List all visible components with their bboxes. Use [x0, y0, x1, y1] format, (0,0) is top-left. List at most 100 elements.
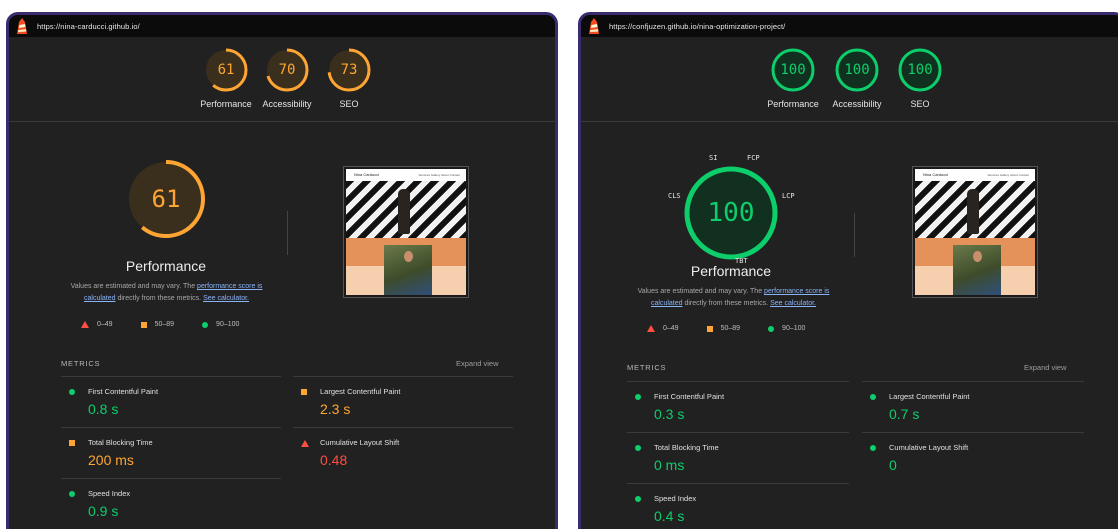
legend-average-label: 50–89 [720, 325, 741, 332]
legend-average: 50–89 [140, 321, 175, 328]
metric-value: 0.48 [320, 452, 348, 468]
thumb-hero-figure [967, 189, 979, 234]
metric-label: Largest Contentful Paint [320, 387, 401, 396]
accessibility-score: 70 [278, 62, 296, 78]
desc-prefix: Values are estimated and may vary. The [70, 283, 196, 290]
legend-fail: 0–49 [647, 325, 679, 332]
thumb-brand: Nina Carducci [354, 172, 380, 177]
average-square-icon [301, 389, 307, 395]
thumb-nav-links: Services Gallery About Contact [418, 173, 460, 177]
metric-speed-index: Speed Index 0.4 s [627, 483, 849, 529]
fail-triangle-icon [301, 440, 309, 447]
gauge-label-fcp[interactable]: FCP [747, 154, 760, 162]
metric-cumulative-layout-shift: Cumulative Layout Shift 0 [862, 432, 1084, 482]
metric-first-contentful-paint: First Contentful Paint 0.3 s [627, 381, 849, 431]
legend-pass-label: 90–100 [216, 321, 240, 328]
legend-pass-label: 90–100 [782, 325, 806, 332]
metric-largest-contentful-paint: Largest Contentful Paint 2.3 s [293, 376, 513, 426]
desc-middle: directly from these metrics. [117, 295, 202, 302]
metric-label: Largest Contentful Paint [889, 392, 970, 401]
page-screenshot-thumbnail[interactable]: Nina Carducci Services Gallery About Con… [343, 166, 469, 298]
thumb-portrait-face [973, 251, 982, 262]
triangle-icon [647, 325, 655, 332]
metric-value: 0.8 s [88, 401, 119, 417]
performance-gauge[interactable]: 100 [770, 47, 816, 93]
metric-label: Speed Index [88, 489, 131, 498]
seo-score: 73 [340, 62, 358, 78]
desc-middle: directly from these metrics. [684, 300, 769, 307]
score-legend: 0–49 50–89 90–100 [81, 321, 267, 328]
pass-circle-icon [69, 491, 75, 497]
metric-label: Total Blocking Time [88, 438, 153, 447]
see-calculator-link[interactable]: See calculator. [203, 295, 249, 302]
performance-main-score: 61 [151, 185, 181, 213]
legend-fail-label: 0–49 [663, 325, 679, 332]
triangle-icon [81, 321, 89, 328]
average-square-icon [69, 440, 75, 446]
report-panel-optimized: https://confjuzen.github.io/nina-optimiz… [578, 12, 1118, 529]
lighthouse-logo-icon [17, 18, 27, 34]
thumbnail-canvas: Nina Carducci Services Gallery About Con… [346, 169, 466, 295]
score-legend: 0–49 50–89 90–100 [647, 325, 833, 332]
metric-total-blocking-time: Total Blocking Time 200 ms [61, 427, 281, 477]
metric-value: 200 ms [88, 452, 134, 468]
legend-average-label: 50–89 [154, 321, 175, 328]
url-text[interactable]: https://nina-carducci.github.io/ [37, 22, 140, 31]
legend-average: 50–89 [706, 325, 741, 332]
gauge-label-cls[interactable]: CLS [668, 192, 681, 200]
metric-label: First Contentful Paint [654, 392, 725, 401]
divider [287, 211, 288, 255]
performance-gauge[interactable]: 61 [203, 47, 249, 93]
metric-label: Total Blocking Time [654, 443, 719, 452]
performance-title: Performance [125, 258, 207, 274]
gauge-label-lcp[interactable]: LCP [782, 192, 795, 200]
metrics-header: METRICS [627, 363, 667, 372]
metrics-header: METRICS [61, 359, 101, 368]
legend-pass: 90–100 [202, 321, 239, 328]
performance-description: Values are estimated and may vary. The p… [626, 286, 841, 310]
thumb-navbar: Nina Carducci Services Gallery About Con… [915, 169, 1035, 181]
seo-label: SEO [339, 99, 359, 109]
accessibility-gauge[interactable]: 70 [264, 47, 310, 93]
pass-circle-icon [635, 394, 641, 400]
metric-total-blocking-time: Total Blocking Time 0 ms [627, 432, 849, 482]
performance-main-score: 100 [707, 198, 755, 228]
thumb-navbar: Nina Carducci Services Gallery About Con… [346, 169, 466, 181]
metric-label: Cumulative Layout Shift [320, 438, 400, 447]
seo-gauge[interactable]: 73 [326, 47, 372, 93]
see-calculator-link[interactable]: See calculator. [770, 300, 816, 307]
url-bar: https://nina-carducci.github.io/ [9, 15, 555, 37]
seo-gauge[interactable]: 100 [897, 47, 943, 93]
square-icon [706, 325, 713, 332]
metric-label: Cumulative Layout Shift [889, 443, 969, 452]
square-icon [140, 321, 147, 328]
metric-value: 0.4 s [654, 508, 685, 524]
seo-label: SEO [910, 99, 930, 109]
divider [854, 213, 855, 257]
legend-pass: 90–100 [768, 325, 805, 332]
performance-description: Values are estimated and may vary. The p… [59, 281, 274, 305]
metric-value: 0 ms [654, 457, 685, 473]
score-summary: 100 Performance 100 Accessibility 100 SE… [581, 37, 1118, 122]
accessibility-gauge[interactable]: 100 [834, 47, 880, 93]
page-screenshot-thumbnail[interactable]: Nina Carducci Services Gallery About Con… [912, 166, 1038, 298]
legend-fail: 0–49 [81, 321, 113, 328]
thumb-nav-links: Services Gallery About Contact [987, 173, 1029, 177]
circle-icon [202, 321, 209, 328]
pass-circle-icon [635, 496, 641, 502]
pass-circle-icon [635, 445, 641, 451]
thumb-hero-figure [398, 189, 410, 234]
metric-value: 0 [889, 457, 897, 473]
thumbnail-canvas: Nina Carducci Services Gallery About Con… [915, 169, 1035, 295]
thumb-portrait-face [404, 251, 413, 262]
expand-view-button[interactable]: Expand view [1024, 363, 1067, 372]
thumb-brand: Nina Carducci [923, 172, 949, 177]
url-text[interactable]: https://confjuzen.github.io/nina-optimiz… [609, 22, 785, 31]
accessibility-score: 100 [844, 62, 870, 78]
performance-title: Performance [690, 263, 772, 279]
legend-fail-label: 0–49 [97, 321, 113, 328]
metric-value: 0.9 s [88, 503, 119, 519]
gauge-label-si[interactable]: SI [709, 154, 717, 162]
expand-view-button[interactable]: Expand view [456, 359, 499, 368]
pass-circle-icon [870, 445, 876, 451]
